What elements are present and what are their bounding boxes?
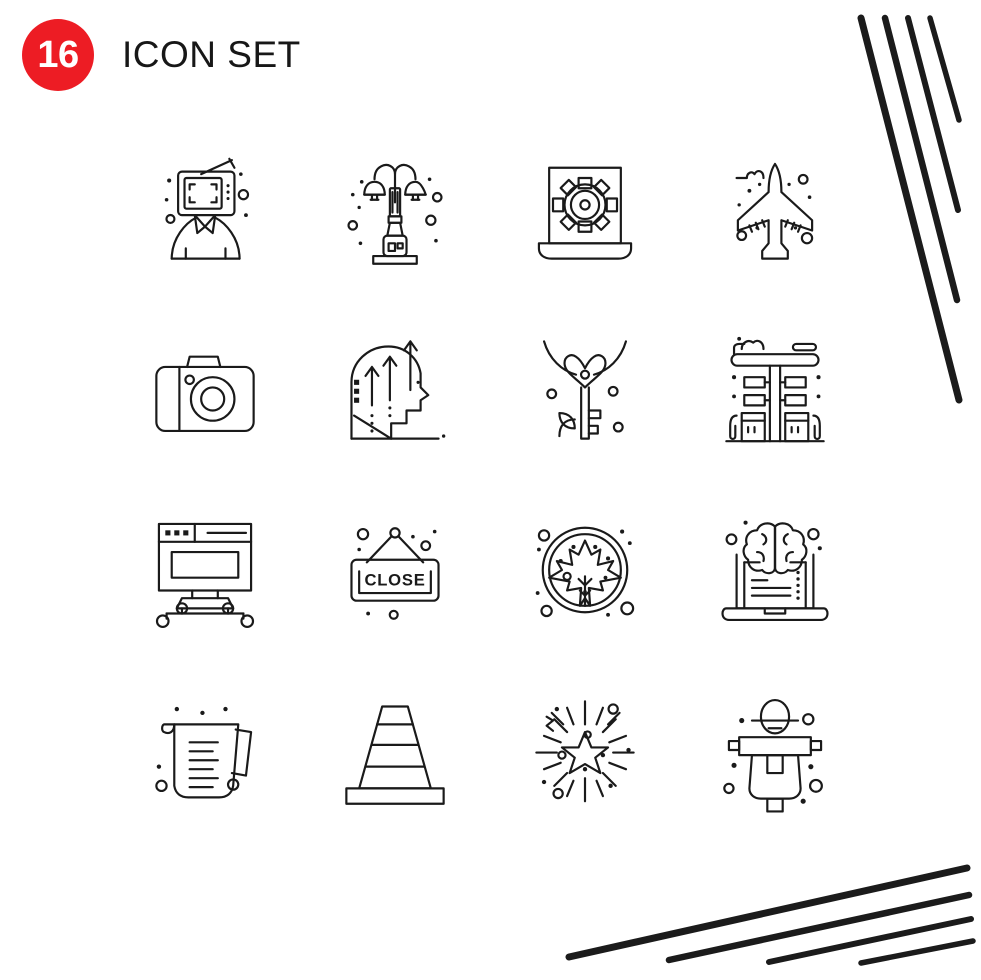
close-sign-icon[interactable]: CLOSE xyxy=(300,480,490,660)
traffic-cone-icon[interactable] xyxy=(300,660,490,840)
camera-icon[interactable] xyxy=(110,300,300,480)
measuring-cup-icon[interactable] xyxy=(110,660,300,840)
firework-star-icon[interactable] xyxy=(490,660,680,840)
close-sign-label: CLOSE xyxy=(364,570,425,589)
icon-count-badge-text: 16 xyxy=(37,34,79,76)
brain-laptop-icon[interactable] xyxy=(680,480,870,660)
scarecrow-icon[interactable] xyxy=(680,660,870,840)
gas-station-icon[interactable] xyxy=(680,300,870,480)
street-lamp-icon[interactable] xyxy=(300,120,490,300)
icon-grid: CLOSE xyxy=(110,120,870,840)
laptop-settings-icon[interactable] xyxy=(490,120,680,300)
icon-count-badge: 16 xyxy=(22,19,94,91)
page-title: Icon Set xyxy=(122,34,301,75)
tv-head-person-icon[interactable] xyxy=(110,120,300,300)
head-arrows-growth-icon[interactable] xyxy=(300,300,490,480)
diagonal-stroke-decoration-bottom-right xyxy=(541,845,981,980)
header: 16 Icon Set xyxy=(0,0,981,110)
heart-key-necklace-icon[interactable] xyxy=(490,300,680,480)
browser-stand-icon[interactable] xyxy=(110,480,300,660)
airplane-icon[interactable] xyxy=(680,120,870,300)
maple-leaf-badge-icon[interactable] xyxy=(490,480,680,660)
